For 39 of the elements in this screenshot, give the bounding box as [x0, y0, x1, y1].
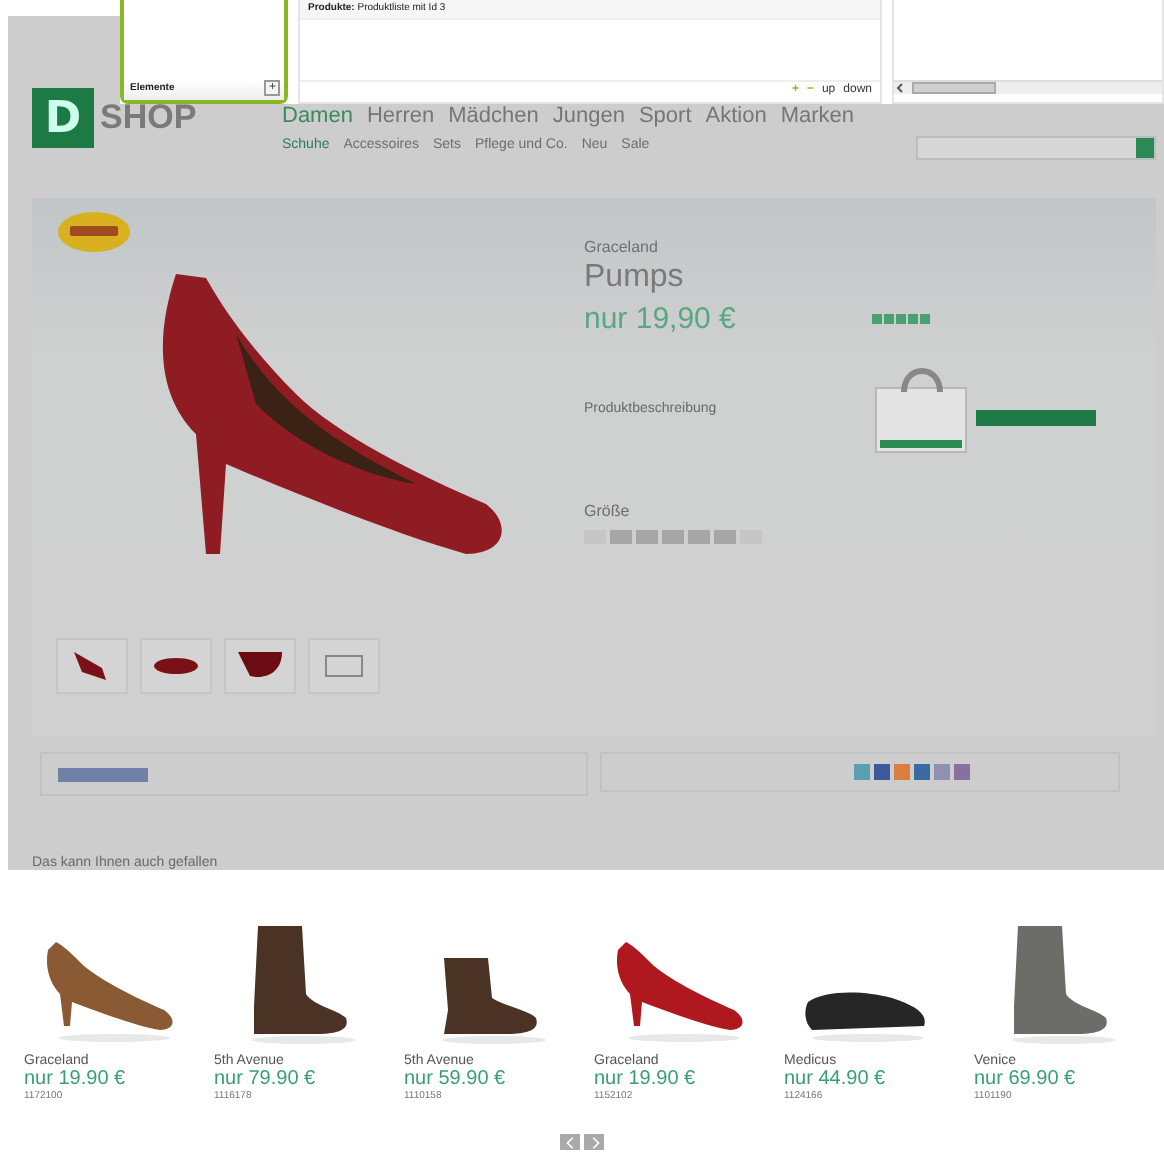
nav-item[interactable]: Herren	[366, 104, 435, 128]
horizontal-scrollbar[interactable]	[894, 80, 1162, 94]
scroll-left-icon	[894, 82, 906, 94]
product-price: nur 19,90 €	[584, 301, 738, 336]
product-brand: Graceland	[584, 237, 660, 256]
size-button[interactable]	[636, 529, 658, 544]
thumbnail[interactable]	[224, 637, 296, 694]
product-name: Pumps	[584, 259, 686, 296]
nav-item[interactable]: Marken	[780, 104, 855, 128]
search-field[interactable]	[916, 136, 1156, 160]
size-button[interactable]	[714, 529, 736, 544]
nav-item[interactable]: Mädchen	[448, 104, 539, 128]
size-button[interactable]	[662, 529, 684, 544]
product-price: nur 19.90 €	[24, 1068, 128, 1090]
product-price: nur 79.90 €	[214, 1068, 318, 1090]
nav-item[interactable]: Jungen	[552, 104, 625, 128]
next-button[interactable]	[584, 1134, 604, 1150]
nav-item[interactable]: Damen	[282, 104, 353, 128]
thumbnail[interactable]	[308, 637, 380, 694]
thumbnail[interactable]	[56, 637, 128, 694]
chevron-left-icon	[563, 1135, 577, 1149]
scroll-thumb[interactable]	[912, 82, 996, 94]
product-price: nur 44.90 €	[784, 1068, 888, 1090]
previous-button[interactable]	[560, 1134, 580, 1150]
product-price: nur 59.90 €	[404, 1068, 508, 1090]
product-price: nur 19.90 €	[594, 1068, 698, 1090]
size-label: Größe	[584, 501, 632, 520]
size-button[interactable]	[688, 529, 710, 544]
nav-item[interactable]: Sport	[638, 104, 692, 128]
product-price: nur 69.90 €	[974, 1068, 1078, 1090]
size-button[interactable]	[610, 529, 632, 544]
brand-badge-icon	[56, 209, 132, 254]
nav-item[interactable]: Aktion	[705, 104, 767, 128]
thumbnail[interactable]	[140, 637, 212, 694]
chevron-right-icon	[587, 1135, 601, 1149]
logo-text: SHOP	[100, 98, 197, 138]
add-to-cart-button[interactable]	[976, 409, 1096, 426]
logo[interactable]: D	[32, 88, 94, 148]
like-button[interactable]	[58, 767, 148, 781]
